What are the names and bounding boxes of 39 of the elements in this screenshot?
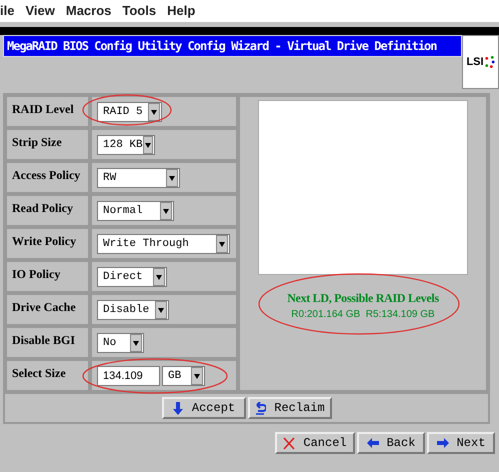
menu-item[interactable]: Help: [167, 1, 196, 21]
menu-item[interactable]: Tools: [122, 1, 156, 21]
arrow-right-icon: [436, 436, 449, 450]
dropdown[interactable]: Direct: [97, 267, 167, 287]
back-button[interactable]: Back: [357, 432, 425, 454]
field-label: Disable BGI: [5, 326, 90, 359]
info-heading: Next LD, Possible RAID Levels: [287, 290, 439, 307]
dropdown[interactable]: Write Through: [97, 234, 230, 254]
dropdown[interactable]: No: [97, 333, 144, 353]
field-label: Strip Size: [5, 128, 90, 161]
menu-item[interactable]: Macros: [66, 1, 112, 21]
dots-icon: [484, 55, 495, 69]
menu-item[interactable]: View: [25, 1, 55, 21]
field-label: IO Policy: [5, 260, 90, 293]
close-icon: [283, 436, 296, 450]
undo-icon: [254, 402, 266, 414]
field-label: RAID Level: [5, 95, 90, 128]
dropdown[interactable]: 128 KB: [97, 135, 155, 155]
field-label: Access Policy: [5, 161, 90, 194]
field-label: Read Policy: [5, 194, 90, 227]
info-text: R0:201.164 GB R5:134.109 GB: [291, 308, 435, 322]
menu-item[interactable]: ile: [0, 1, 14, 21]
dropdown[interactable]: RAID 5: [97, 102, 162, 122]
logo-text: LSI: [466, 54, 484, 70]
arrow-left-icon: [366, 436, 379, 450]
arrow-down-icon: [172, 402, 184, 414]
dropdown[interactable]: RW: [97, 168, 180, 188]
accept-button[interactable]: Accept: [162, 397, 246, 419]
field-label: Select Size: [5, 359, 90, 392]
dropdown[interactable]: Normal: [97, 201, 174, 221]
size-field[interactable]: 134.109: [97, 366, 160, 386]
dropdown[interactable]: Disable: [97, 300, 169, 320]
field-label: Drive Cache: [5, 293, 90, 326]
unit-dropdown[interactable]: GB: [162, 366, 205, 386]
reclaim-button[interactable]: Reclaim: [248, 397, 332, 419]
field-label: Write Policy: [5, 227, 90, 260]
next-button[interactable]: Next: [427, 432, 495, 454]
window-title: MegaRAID BIOS Config Utility Config Wizard - Virtual Drive Definition: [3, 35, 462, 57]
cancel-button[interactable]: Cancel: [275, 432, 355, 454]
